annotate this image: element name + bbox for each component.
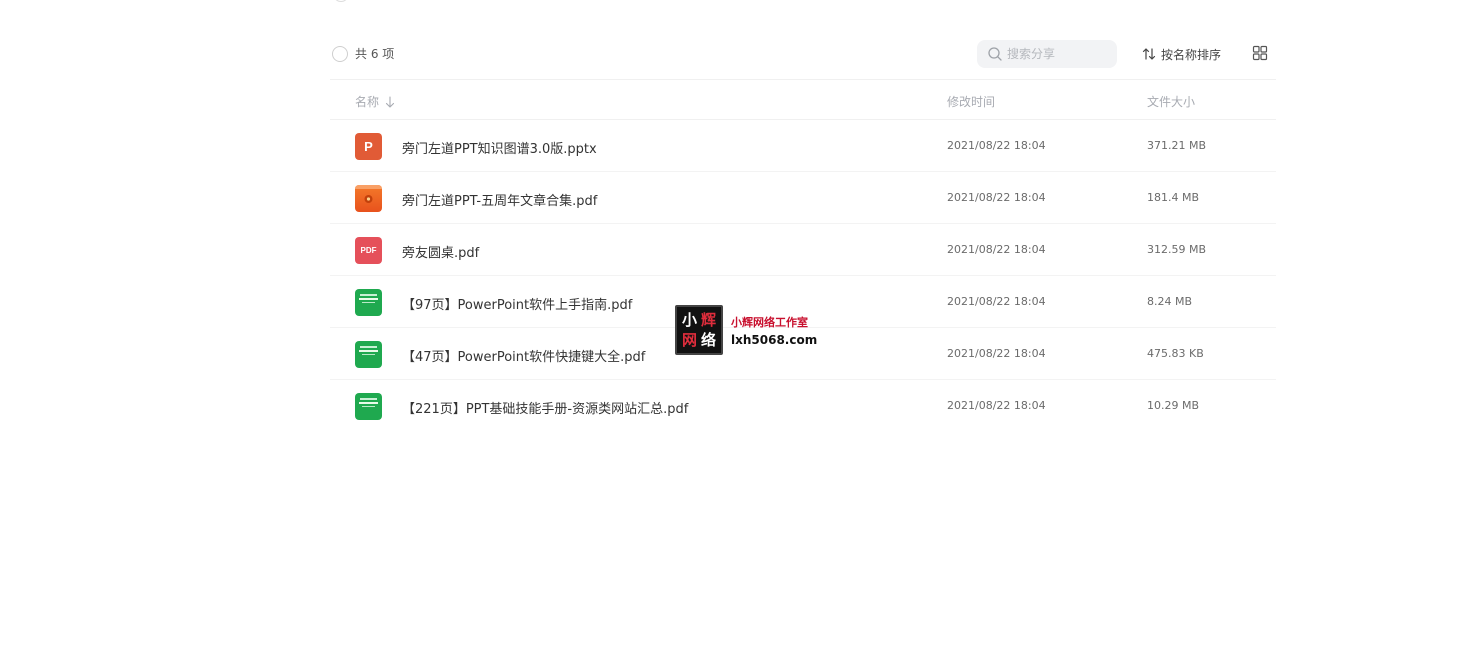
table-row[interactable]: 旁门左道PPT-五周年文章合集.pdf 2021/08/22 18:04 181…: [330, 172, 1276, 224]
file-size: 10.29 MB: [1147, 399, 1200, 412]
file-size: 475.83 KB: [1147, 347, 1204, 360]
partial-checkbox-edge: [334, 0, 348, 2]
item-count: 共 6 项: [355, 47, 395, 61]
file-modified: 2021/08/22 18:04: [947, 243, 1046, 256]
file-size: 8.24 MB: [1147, 295, 1193, 308]
sort-label: 按名称排序: [1161, 47, 1222, 62]
column-size-header[interactable]: 文件大小: [1147, 93, 1195, 110]
watermark-url: lxh5068.com: [731, 332, 818, 347]
logo-char: 网: [681, 330, 697, 349]
book-cover-graphic: [355, 185, 382, 203]
cover-line: [362, 406, 375, 407]
logo-char: 络: [700, 330, 716, 349]
watermark-logo: 小 辉 网 络: [675, 305, 723, 355]
file-size: 312.59 MB: [1147, 243, 1207, 256]
cover-line: [359, 298, 378, 300]
file-name[interactable]: 【97页】PowerPoint软件上手指南.pdf: [402, 294, 632, 313]
search-box[interactable]: [977, 40, 1117, 68]
table-row[interactable]: 【221页】PPT基础技能手册-资源类网站汇总.pdf 2021/08/22 1…: [330, 380, 1276, 432]
book-cover-icon: [355, 393, 382, 420]
file-name[interactable]: 旁门左道PPT-五周年文章合集.pdf: [402, 190, 597, 209]
cover-line: [360, 398, 377, 400]
pptx-file-icon: P: [355, 133, 382, 160]
column-modified-label: 修改时间: [947, 95, 996, 109]
watermark: 小 辉 网 络 小辉网络工作室 lxh5068.com: [675, 305, 817, 355]
file-size: 371.21 MB: [1147, 139, 1207, 152]
file-modified: 2021/08/22 18:04: [947, 191, 1046, 204]
table-row[interactable]: PDF 旁友圆桌.pdf 2021/08/22 18:04 312.59 MB: [330, 224, 1276, 276]
cover-line: [362, 354, 375, 355]
select-all-checkbox[interactable]: [332, 46, 348, 62]
pdf-badge: PDF: [360, 246, 377, 255]
cover-line: [362, 302, 375, 303]
sort-button[interactable]: 按名称排序: [1142, 44, 1221, 64]
search-input[interactable]: [1007, 44, 1107, 64]
column-size-label: 文件大小: [1147, 95, 1196, 109]
grid-view-icon[interactable]: [1252, 45, 1268, 61]
file-modified: 2021/08/22 18:04: [947, 347, 1046, 360]
table-header: 名称 修改时间 文件大小: [330, 80, 1276, 120]
table-row[interactable]: P 旁门左道PPT知识图谱3.0版.pptx 2021/08/22 18:04 …: [330, 120, 1276, 172]
book-cover-icon: [355, 289, 382, 316]
sort-arrows-icon: [1142, 48, 1156, 60]
file-modified: 2021/08/22 18:04: [947, 139, 1046, 152]
sort-down-arrow-icon: [385, 95, 395, 108]
column-modified-header[interactable]: 修改时间: [947, 93, 995, 110]
file-name[interactable]: 旁门左道PPT知识图谱3.0版.pptx: [402, 138, 597, 157]
watermark-title: 小辉网络工作室: [731, 315, 808, 329]
cover-line: [360, 294, 377, 296]
logo-char: 辉: [700, 310, 716, 329]
pdf-file-icon: PDF: [355, 237, 382, 264]
file-name[interactable]: 旁友圆桌.pdf: [402, 242, 479, 261]
logo-char: 小: [681, 310, 697, 329]
search-icon: [988, 47, 1002, 61]
file-modified: 2021/08/22 18:04: [947, 295, 1046, 308]
book-cover-icon: [355, 341, 382, 368]
cover-line: [359, 402, 378, 404]
cover-line: [360, 346, 377, 348]
list-toolbar: 共 6 项 按名称排序: [330, 36, 1276, 72]
pptx-badge: P: [364, 139, 373, 154]
file-name[interactable]: 【47页】PowerPoint软件快捷键大全.pdf: [402, 346, 645, 365]
file-size: 181.4 MB: [1147, 191, 1200, 204]
cover-line: [359, 350, 378, 352]
column-name-label: 名称: [355, 95, 380, 109]
column-name-header[interactable]: 名称: [355, 93, 395, 110]
book-cover-icon: [355, 185, 382, 212]
watermark-text: 小辉网络工作室 lxh5068.com: [731, 314, 817, 347]
file-name[interactable]: 【221页】PPT基础技能手册-资源类网站汇总.pdf: [402, 398, 688, 417]
file-modified: 2021/08/22 18:04: [947, 399, 1046, 412]
